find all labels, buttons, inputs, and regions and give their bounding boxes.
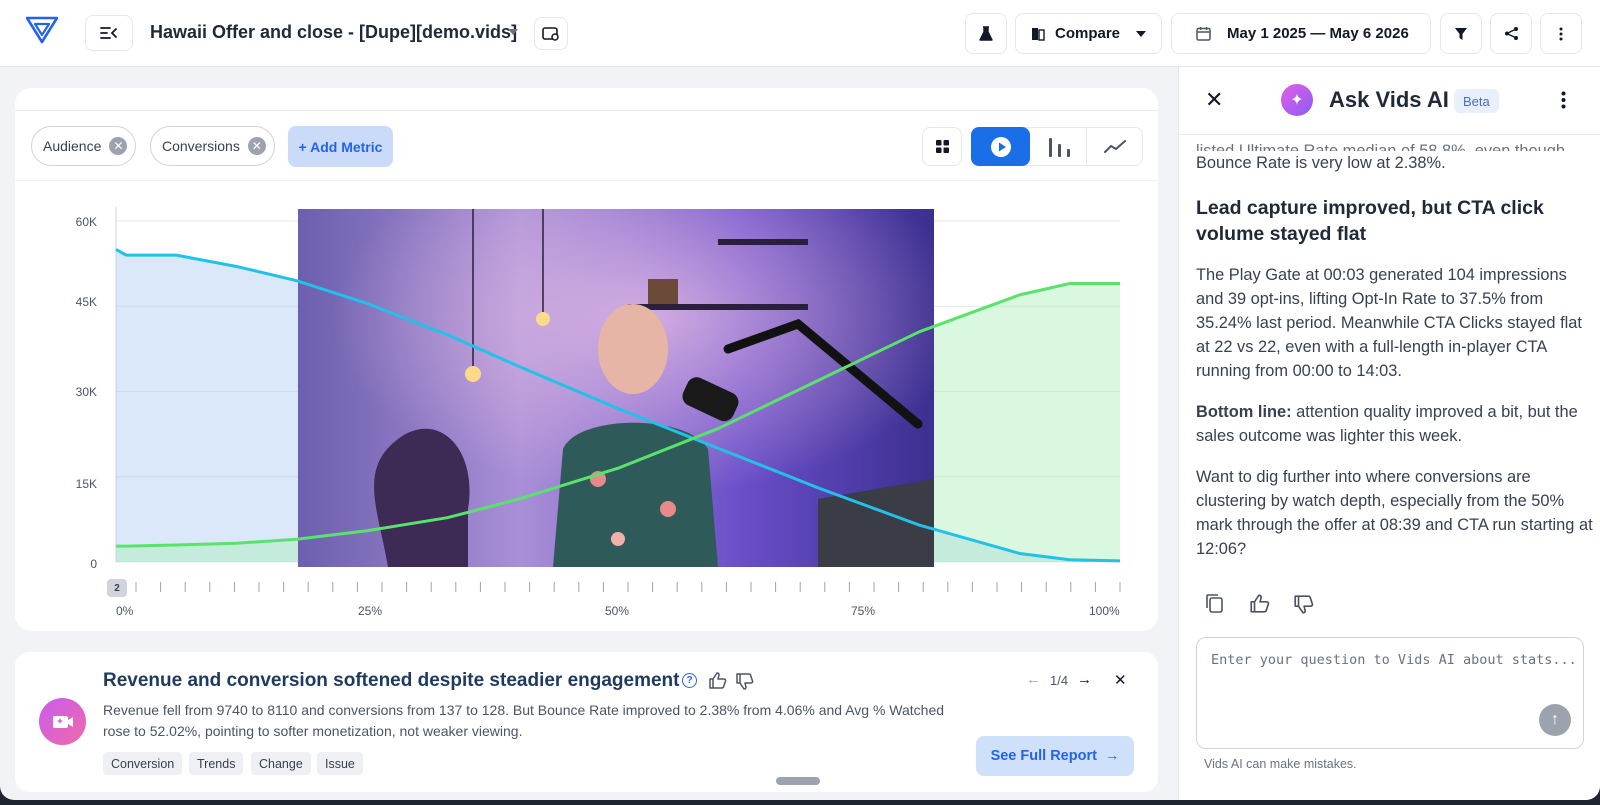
add-metric-button[interactable]: + Add Metric	[288, 126, 393, 167]
metric-chip-audience[interactable]: Audience ✕	[31, 126, 137, 166]
compare-caret-icon	[1136, 30, 1147, 37]
insight-tag[interactable]: Trends	[189, 752, 244, 775]
insight-tag[interactable]: Conversion	[103, 752, 183, 775]
toolbar-divider	[15, 180, 1158, 181]
send-arrow-icon[interactable]: ↑	[1539, 704, 1571, 736]
line-chart-icon	[1103, 139, 1126, 153]
experiment-button[interactable]	[965, 13, 1007, 54]
filter-icon	[1455, 27, 1467, 40]
x-tick-label: 50%	[605, 604, 630, 618]
date-range-picker[interactable]: May 1 2025 — May 6 2026	[1171, 13, 1431, 54]
x-tick-label: 0%	[116, 604, 134, 618]
ai-panel: listed Ultimate Rate median of 58.8%, ev…	[1178, 67, 1600, 800]
metric-chip-label: Conversions	[162, 138, 240, 154]
vertical-dots-icon	[1559, 27, 1563, 40]
vids-logo-icon[interactable]	[26, 16, 58, 44]
remove-chip-icon[interactable]: ✕	[247, 137, 266, 155]
ai-thumbs-up-icon[interactable]	[1249, 593, 1270, 614]
see-full-report-button[interactable]: See Full Report →	[976, 736, 1134, 776]
play-circle-icon	[990, 136, 1011, 157]
see-full-report-label: See Full Report	[990, 748, 1097, 764]
insight-title: Revenue and conversion softened despite …	[103, 670, 680, 691]
insight-tag[interactable]: Change	[251, 752, 311, 775]
flask-icon	[979, 25, 993, 41]
ai-panel-title: Ask Vids AI	[1329, 87, 1449, 112]
close-insight-icon[interactable]: ✕	[1114, 671, 1127, 689]
video-preview[interactable]	[298, 209, 934, 567]
video-frame-image	[298, 209, 934, 567]
arrow-right-icon: →	[1104, 748, 1120, 764]
beta-badge: Beta	[1454, 89, 1499, 113]
help-icon[interactable]: ?	[682, 673, 697, 688]
filter-button[interactable]	[1440, 13, 1482, 54]
ai-cut-line: listed Ultimate Rate median of 58.8%, ev…	[1196, 142, 1566, 151]
compare-label: Compare	[1054, 25, 1121, 42]
next-insight-icon[interactable]: →	[1077, 671, 1092, 688]
close-panel-icon[interactable]: ✕	[1205, 87, 1223, 113]
resize-handle[interactable]	[776, 777, 820, 785]
insight-tag[interactable]: Issue	[317, 752, 363, 775]
video-settings-button[interactable]	[534, 17, 568, 50]
ai-panel-header: ✕ ✦ Ask Vids AI Beta	[1179, 67, 1600, 135]
page-title[interactable]: Hawaii Offer and close - [Dupe][demo.vid…	[150, 22, 517, 43]
ai-sparkle-icon: ✦	[1281, 84, 1313, 116]
ai-conversation: listed Ultimate Rate median of 58.8%, ev…	[1196, 135, 1596, 578]
video-overlay-toggle[interactable]	[971, 127, 1030, 166]
ai-more-icon[interactable]	[1561, 91, 1566, 109]
ai-paragraph: Bounce Rate is very low at 2.38%.	[1196, 154, 1446, 172]
bar-chart-toggle[interactable]	[1032, 127, 1087, 166]
card-divider	[15, 110, 1158, 111]
x-tick-label: 75%	[851, 604, 876, 618]
insight-pager: 1/4	[1050, 673, 1069, 688]
x-tick-label: 25%	[358, 604, 383, 618]
copy-icon[interactable]	[1205, 593, 1224, 614]
date-range-label: May 1 2025 — May 6 2026	[1227, 25, 1409, 42]
title-dropdown-icon[interactable]	[508, 29, 518, 35]
insight-avatar	[39, 698, 86, 745]
share-button[interactable]	[1490, 13, 1532, 54]
thumbs-up-icon[interactable]	[708, 671, 727, 690]
ai-question-input[interactable]: Enter your question to Vids AI about sta…	[1196, 637, 1584, 749]
metric-chip-label: Audience	[43, 138, 102, 154]
thumbs-down-icon[interactable]	[735, 672, 754, 691]
prev-insight-icon[interactable]: ←	[1026, 671, 1041, 688]
ai-paragraph: Want to dig further into where conversio…	[1196, 468, 1593, 558]
grid-icon	[935, 140, 949, 153]
ai-heading: Lead capture improved, but CTA click vol…	[1196, 197, 1544, 245]
timeline-ticks	[135, 582, 1121, 592]
x-tick-label: 100%	[1089, 604, 1120, 618]
more-options-button[interactable]	[1540, 13, 1582, 54]
ai-thumbs-down-icon[interactable]	[1293, 594, 1314, 615]
line-chart-toggle[interactable]	[1087, 127, 1142, 166]
video-sparkle-icon	[52, 715, 73, 728]
ai-bold-label: Bottom line:	[1196, 403, 1292, 421]
insight-text: Revenue fell from 9740 to 8110 and conve…	[103, 702, 945, 739]
top-bar: Hawaii Offer and close - [Dupe][demo.vid…	[0, 0, 1600, 67]
playhead-marker[interactable]: 2	[107, 579, 127, 597]
bar-chart-icon	[1048, 137, 1070, 157]
grid-view-button[interactable]	[922, 127, 962, 166]
metric-chip-conversions[interactable]: Conversions ✕	[150, 126, 275, 166]
collapse-sidebar-icon	[100, 27, 117, 39]
compare-button[interactable]: Compare	[1015, 13, 1162, 54]
collapse-sidebar-button[interactable]	[85, 15, 133, 51]
remove-chip-icon[interactable]: ✕	[109, 137, 128, 155]
compare-icon	[1031, 27, 1045, 41]
calendar-icon	[1196, 27, 1211, 41]
video-settings-icon	[542, 26, 559, 41]
ai-paragraph: The Play Gate at 00:03 generated 104 imp…	[1196, 266, 1582, 380]
ai-input-placeholder: Enter your question to Vids AI about sta…	[1211, 652, 1577, 668]
ai-disclaimer: Vids AI can make mistakes.	[1204, 757, 1357, 771]
share-icon	[1504, 27, 1518, 40]
app-window: Hawaii Offer and close - [Dupe][demo.vid…	[0, 0, 1600, 800]
ai-paragraph: Bottom line: attention quality improved …	[1196, 400, 1596, 448]
